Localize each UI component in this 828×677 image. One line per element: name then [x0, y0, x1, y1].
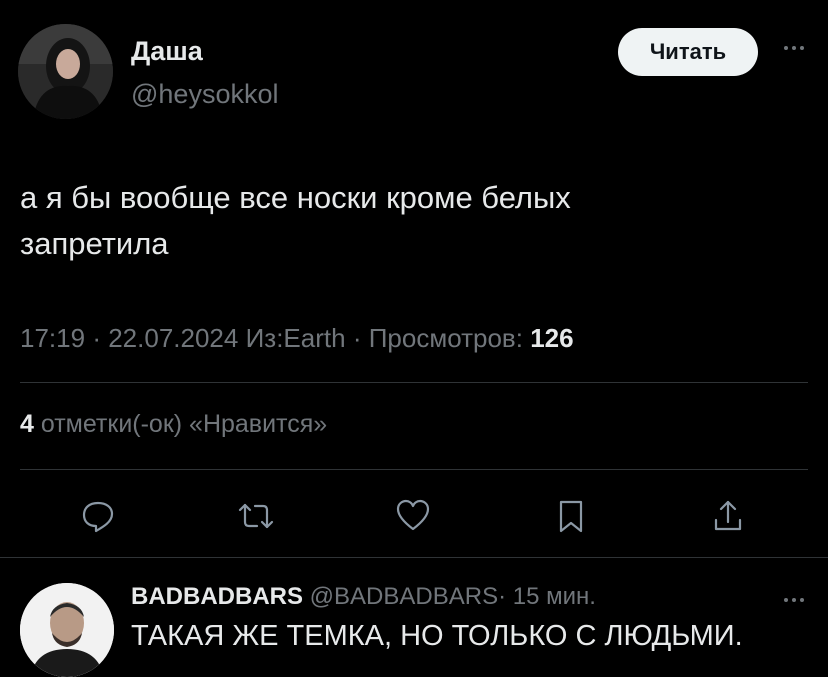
- tweet-text: а я бы вообще все носки кроме белых запр…: [20, 175, 740, 267]
- divider: [0, 557, 828, 558]
- reply-header: BADBADBARS @BADBADBARS· 15 мин.: [131, 583, 596, 610]
- reply-author-name[interactable]: BADBADBARS: [131, 583, 303, 610]
- tweet-text-line-1: а я бы вообще все носки кроме белых: [20, 180, 571, 215]
- tweet-text-line-2: запретила: [20, 226, 169, 261]
- tweet-date[interactable]: 22.07.2024: [108, 323, 238, 353]
- reply-more-options-icon[interactable]: [774, 590, 814, 610]
- likes-summary[interactable]: 4 отметки(-ок) «Нравится»: [20, 410, 327, 439]
- more-options-icon[interactable]: [774, 38, 814, 58]
- tweet-source: Из:Earth: [245, 323, 346, 353]
- bookmark-icon[interactable]: [547, 492, 595, 540]
- share-icon[interactable]: [704, 492, 752, 540]
- author-avatar[interactable]: [18, 24, 113, 119]
- views-label: Просмотров:: [368, 323, 523, 353]
- tweet-meta: 17:19 · 22.07.2024 Из:Earth · Просмотров…: [20, 323, 574, 353]
- divider: [20, 382, 808, 383]
- author-name[interactable]: Даша: [131, 36, 203, 67]
- author-handle[interactable]: @heysokkol: [131, 79, 278, 110]
- reply-author-avatar[interactable]: [20, 583, 114, 677]
- likes-count: 4: [20, 410, 34, 438]
- divider: [20, 469, 808, 470]
- tweet-time[interactable]: 17:19: [20, 323, 85, 353]
- reply-author-handle[interactable]: @BADBADBARS: [310, 583, 498, 610]
- author-avatar-image: [18, 24, 113, 119]
- reply-icon[interactable]: [74, 492, 122, 540]
- retweet-icon[interactable]: [232, 492, 280, 540]
- likes-label: отметки(-ок) «Нравится»: [40, 410, 328, 438]
- like-icon[interactable]: [389, 492, 437, 540]
- reply-text: ТАКАЯ ЖЕ ТЕМКА, НО ТОЛЬКО С ЛЮДЬМИ.: [131, 620, 743, 652]
- views-count: 126: [530, 323, 574, 353]
- follow-button[interactable]: Читать: [618, 28, 758, 76]
- reply-time[interactable]: 15 мин.: [513, 583, 596, 610]
- reply-avatar-image: [20, 583, 114, 677]
